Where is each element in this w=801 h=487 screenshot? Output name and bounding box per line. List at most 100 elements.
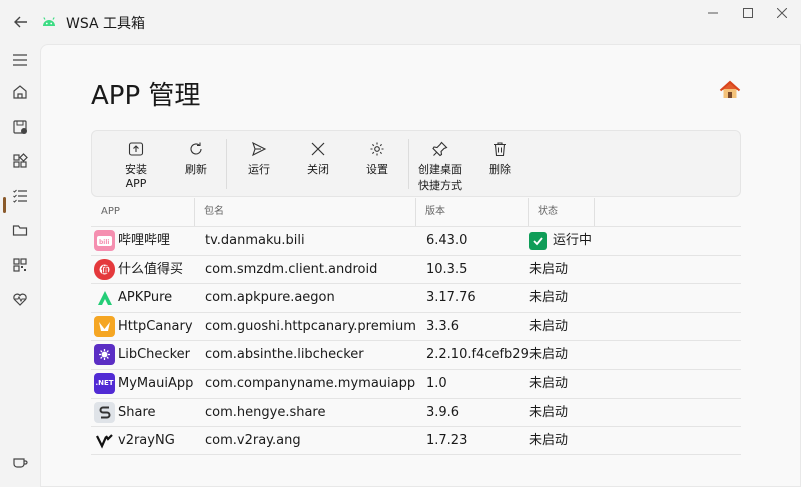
package-name: com.guoshi.httpcanary.premium <box>205 318 416 334</box>
version: 1.7.23 <box>426 433 468 449</box>
close-app-button[interactable]: 关闭 <box>304 141 332 177</box>
pin-icon <box>432 141 448 157</box>
settings-button[interactable]: 设置 <box>363 141 391 177</box>
refresh-button[interactable]: 刷新 <box>182 141 210 177</box>
table-body: bili 哔哩哔哩 tv.danmaku.bili 6.43.0 运行中 值 什… <box>91 226 741 455</box>
app-name: Share <box>118 404 156 420</box>
status: 未启动 <box>529 290 569 306</box>
version: 1.0 <box>426 375 447 391</box>
table-row[interactable]: Share com.hengye.share 3.9.6 未启动 <box>91 397 741 427</box>
close-app-label: 关闭 <box>307 163 329 176</box>
column-header-package[interactable]: 包名 <box>194 198 224 226</box>
install-app-label: 安装 APP <box>125 163 147 190</box>
table-row[interactable]: LibChecker com.absinthe.libchecker 2.2.1… <box>91 340 741 369</box>
command-toolbar: 安装 APP 刷新 运行 关闭 设置 创建桌面 快捷方式 删除 <box>91 130 741 197</box>
column-header-version[interactable]: 版本 <box>415 198 445 226</box>
delete-button[interactable]: 删除 <box>486 141 514 177</box>
bilibili-icon: bili <box>94 230 115 251</box>
package-name: com.absinthe.libchecker <box>205 347 364 363</box>
home-nav-icon[interactable] <box>8 80 32 104</box>
maximize-button[interactable] <box>732 4 764 22</box>
android-icon <box>40 13 58 31</box>
send-icon <box>252 141 267 157</box>
shortcut-label-line2: 快捷方式 <box>418 179 462 192</box>
app-name: 哔哩哔哩 <box>118 233 171 248</box>
column-divider[interactable] <box>594 198 595 226</box>
content-panel: APP 管理 安装 APP 刷新 运行 关闭 设置 创建桌面 快捷方式 删除 A… <box>40 44 801 487</box>
app-name: LibChecker <box>118 347 190 363</box>
status: 未启动 <box>529 261 569 277</box>
app-name: APKPure <box>118 290 173 306</box>
version: 3.9.6 <box>426 404 460 420</box>
libchecker-icon <box>94 344 115 366</box>
menu-icon[interactable] <box>8 48 32 72</box>
shortcut-label-line1: 创建桌面 <box>418 163 462 176</box>
version: 3.3.6 <box>426 318 460 334</box>
svg-text:bili: bili <box>99 239 109 246</box>
app-table: APP 包名 版本 状态 bili 哔哩哔哩 tv.danmaku.bili 6… <box>91 198 741 455</box>
home-icon[interactable] <box>719 79 741 101</box>
app-name: MyMauiApp <box>118 375 194 391</box>
delete-label: 删除 <box>489 163 511 176</box>
back-arrow-icon[interactable] <box>12 13 30 31</box>
package-name: com.smzdm.client.android <box>205 261 378 277</box>
apps-nav-icon[interactable] <box>8 149 32 173</box>
table-row[interactable]: bili 哔哩哔哩 tv.danmaku.bili 6.43.0 运行中 <box>91 226 741 255</box>
table-row[interactable]: 值 什么值得买 com.smzdm.client.android 10.3.5 … <box>91 254 741 284</box>
page-title: APP 管理 <box>91 81 201 111</box>
health-nav-icon[interactable] <box>8 287 32 311</box>
side-navigation <box>0 44 40 487</box>
status: 未启动 <box>529 347 569 363</box>
create-shortcut-button[interactable]: 创建桌面 快捷方式 <box>417 141 463 193</box>
package-name: com.companyname.mymauiapp <box>205 375 416 391</box>
package-name: com.apkpure.aegon <box>205 290 335 306</box>
title-bar: WSA 工具箱 <box>0 0 801 44</box>
status: 未启动 <box>529 318 569 334</box>
app-name: 什么值得买 <box>118 261 184 277</box>
status: 未启动 <box>529 433 569 449</box>
package-name: com.v2ray.ang <box>205 433 301 449</box>
table-row[interactable]: HttpCanary com.guoshi.httpcanary.premium… <box>91 311 741 341</box>
gear-icon <box>370 142 384 156</box>
folder-nav-icon[interactable] <box>8 218 32 242</box>
version: 6.43.0 <box>426 233 468 248</box>
table-header: APP 包名 版本 状态 <box>91 198 741 226</box>
list-nav-icon[interactable] <box>8 184 32 208</box>
refresh-label: 刷新 <box>185 163 207 176</box>
apkpure-icon <box>94 287 115 308</box>
package-name: tv.danmaku.bili <box>205 233 305 248</box>
package-name: com.hengye.share <box>205 404 326 420</box>
table-row[interactable]: v2rayNG com.v2ray.ang 1.7.23 未启动 <box>91 426 741 455</box>
version: 3.17.76 <box>426 290 476 306</box>
version: 10.3.5 <box>426 261 468 277</box>
coffee-icon[interactable] <box>8 450 32 474</box>
active-indicator <box>3 197 6 213</box>
column-header-app[interactable]: APP <box>91 198 120 226</box>
save-nav-icon[interactable] <box>8 115 32 139</box>
run-label: 运行 <box>248 163 270 176</box>
app-name: HttpCanary <box>118 318 193 334</box>
refresh-icon <box>190 142 202 155</box>
trash-icon <box>494 142 506 157</box>
v2rayng-icon <box>94 430 115 451</box>
app-name: v2rayNG <box>118 433 175 449</box>
run-button[interactable]: 运行 <box>245 141 273 177</box>
settings-label: 设置 <box>366 163 388 176</box>
check-icon <box>529 232 547 250</box>
toolbar-separator <box>408 139 409 189</box>
httpcanary-icon <box>94 315 115 337</box>
smzdm-icon: 值 <box>94 258 115 280</box>
install-app-button[interactable]: 安装 APP <box>113 141 159 190</box>
status: 未启动 <box>529 375 569 391</box>
qrcode-nav-icon[interactable] <box>8 253 32 277</box>
table-row[interactable]: .NET MyMauiApp com.companyname.mymauiapp… <box>91 368 741 398</box>
status: 未启动 <box>529 404 569 420</box>
version: 2.2.10.f4cefb29 <box>426 347 529 363</box>
upload-icon <box>128 142 144 156</box>
minimize-button[interactable] <box>697 4 729 22</box>
table-row[interactable]: APKPure com.apkpure.aegon 3.17.76 未启动 <box>91 283 741 312</box>
column-header-status[interactable]: 状态 <box>528 198 558 226</box>
status: 运行中 <box>529 227 592 255</box>
close-icon <box>311 142 325 156</box>
close-window-button[interactable] <box>766 4 798 22</box>
